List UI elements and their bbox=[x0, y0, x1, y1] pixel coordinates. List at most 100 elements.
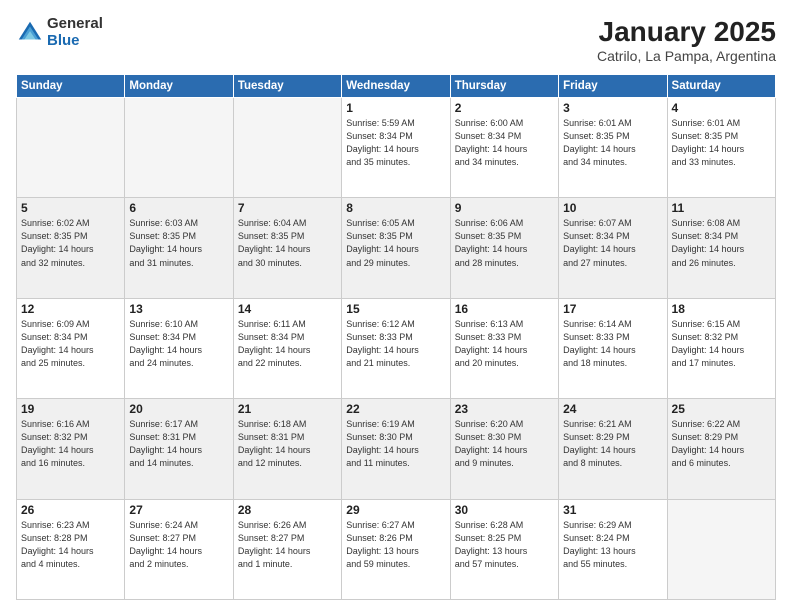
day-info: Sunrise: 6:02 AM Sunset: 8:35 PM Dayligh… bbox=[21, 217, 120, 269]
logo-icon bbox=[16, 19, 44, 47]
day-number: 31 bbox=[563, 503, 662, 517]
calendar-cell: 19Sunrise: 6:16 AM Sunset: 8:32 PM Dayli… bbox=[17, 399, 125, 499]
calendar-week-row: 19Sunrise: 6:16 AM Sunset: 8:32 PM Dayli… bbox=[17, 399, 776, 499]
day-info: Sunrise: 6:27 AM Sunset: 8:26 PM Dayligh… bbox=[346, 519, 445, 571]
day-info: Sunrise: 6:08 AM Sunset: 8:34 PM Dayligh… bbox=[672, 217, 771, 269]
day-number: 22 bbox=[346, 402, 445, 416]
day-info: Sunrise: 6:01 AM Sunset: 8:35 PM Dayligh… bbox=[672, 117, 771, 169]
day-info: Sunrise: 6:06 AM Sunset: 8:35 PM Dayligh… bbox=[455, 217, 554, 269]
day-number: 24 bbox=[563, 402, 662, 416]
day-info: Sunrise: 6:11 AM Sunset: 8:34 PM Dayligh… bbox=[238, 318, 337, 370]
calendar-cell: 30 Sunrise: 6:28 AM Sunset: 8:25 PM Dayli… bbox=[450, 499, 558, 599]
calendar-cell: 8 Sunrise: 6:05 AM Sunset: 8:35 PM Daylig… bbox=[342, 198, 450, 298]
day-number: 10 bbox=[563, 201, 662, 215]
day-info: Sunrise: 6:21 AM Sunset: 8:29 PM Dayligh… bbox=[563, 418, 662, 470]
day-info: Sunrise: 6:09 AM Sunset: 8:34 PM Dayligh… bbox=[21, 318, 120, 370]
header: General Blue January 2025 Catrilo, La Pa… bbox=[16, 16, 776, 64]
calendar-table: SundayMondayTuesdayWednesdayThursdayFrid… bbox=[16, 74, 776, 600]
day-info: Sunrise: 6:04 AM Sunset: 8:35 PM Dayligh… bbox=[238, 217, 337, 269]
calendar-cell: 13 Sunrise: 6:10 AM Sunset: 8:34 PM Dayli… bbox=[125, 298, 233, 398]
calendar-cell: 1 Sunrise: 5:59 AM Sunset: 8:34 PM Daylig… bbox=[342, 98, 450, 198]
calendar-cell: 6 Sunrise: 6:03 AM Sunset: 8:35 PM Daylig… bbox=[125, 198, 233, 298]
day-number: 6 bbox=[129, 201, 228, 215]
day-number: 15 bbox=[346, 302, 445, 316]
day-number: 14 bbox=[238, 302, 337, 316]
day-info: Sunrise: 6:01 AM Sunset: 8:35 PM Dayligh… bbox=[563, 117, 662, 169]
logo-general: General bbox=[47, 16, 103, 33]
col-header-friday: Friday bbox=[559, 75, 667, 98]
calendar-cell: 21Sunrise: 6:18 AM Sunset: 8:31 PM Dayli… bbox=[233, 399, 341, 499]
day-number: 12 bbox=[21, 302, 120, 316]
col-header-saturday: Saturday bbox=[667, 75, 775, 98]
calendar-header-row: SundayMondayTuesdayWednesdayThursdayFrid… bbox=[17, 75, 776, 98]
calendar-cell: 22 Sunrise: 6:19 AM Sunset: 8:30 PM Dayli… bbox=[342, 399, 450, 499]
calendar-cell: 16 Sunrise: 6:13 AM Sunset: 8:33 PM Dayli… bbox=[450, 298, 558, 398]
calendar-cell: 20 Sunrise: 6:17 AM Sunset: 8:31 PM Dayli… bbox=[125, 399, 233, 499]
calendar-cell: 24 Sunrise: 6:21 AM Sunset: 8:29 PM Dayli… bbox=[559, 399, 667, 499]
calendar-cell: 10 Sunrise: 6:07 AM Sunset: 8:34 PM Dayli… bbox=[559, 198, 667, 298]
day-number: 19 bbox=[21, 402, 120, 416]
calendar-cell: 4Sunrise: 6:01 AM Sunset: 8:35 PM Daylig… bbox=[667, 98, 775, 198]
calendar-cell bbox=[125, 98, 233, 198]
logo-blue: Blue bbox=[47, 33, 103, 50]
calendar-cell: 23 Sunrise: 6:20 AM Sunset: 8:30 PM Dayli… bbox=[450, 399, 558, 499]
day-number: 25 bbox=[672, 402, 771, 416]
day-info: Sunrise: 5:59 AM Sunset: 8:34 PM Dayligh… bbox=[346, 117, 445, 169]
day-number: 18 bbox=[672, 302, 771, 316]
calendar-week-row: 5 Sunrise: 6:02 AM Sunset: 8:35 PM Daylig… bbox=[17, 198, 776, 298]
day-number: 28 bbox=[238, 503, 337, 517]
calendar-cell: 26Sunrise: 6:23 AM Sunset: 8:28 PM Dayli… bbox=[17, 499, 125, 599]
calendar-cell bbox=[233, 98, 341, 198]
day-number: 8 bbox=[346, 201, 445, 215]
calendar-cell: 25 Sunrise: 6:22 AM Sunset: 8:29 PM Dayli… bbox=[667, 399, 775, 499]
calendar-cell: 11Sunrise: 6:08 AM Sunset: 8:34 PM Dayli… bbox=[667, 198, 775, 298]
day-info: Sunrise: 6:19 AM Sunset: 8:30 PM Dayligh… bbox=[346, 418, 445, 470]
calendar-cell: 2Sunrise: 6:00 AM Sunset: 8:34 PM Daylig… bbox=[450, 98, 558, 198]
day-number: 20 bbox=[129, 402, 228, 416]
day-info: Sunrise: 6:20 AM Sunset: 8:30 PM Dayligh… bbox=[455, 418, 554, 470]
calendar-cell: 18 Sunrise: 6:15 AM Sunset: 8:32 PM Dayli… bbox=[667, 298, 775, 398]
col-header-tuesday: Tuesday bbox=[233, 75, 341, 98]
day-number: 1 bbox=[346, 101, 445, 115]
day-number: 30 bbox=[455, 503, 554, 517]
calendar-cell: 14 Sunrise: 6:11 AM Sunset: 8:34 PM Dayli… bbox=[233, 298, 341, 398]
day-info: Sunrise: 6:15 AM Sunset: 8:32 PM Dayligh… bbox=[672, 318, 771, 370]
calendar-subtitle: Catrilo, La Pampa, Argentina bbox=[597, 48, 776, 64]
day-info: Sunrise: 6:13 AM Sunset: 8:33 PM Dayligh… bbox=[455, 318, 554, 370]
day-number: 23 bbox=[455, 402, 554, 416]
day-info: Sunrise: 6:05 AM Sunset: 8:35 PM Dayligh… bbox=[346, 217, 445, 269]
day-info: Sunrise: 6:14 AM Sunset: 8:33 PM Dayligh… bbox=[563, 318, 662, 370]
day-info: Sunrise: 6:22 AM Sunset: 8:29 PM Dayligh… bbox=[672, 418, 771, 470]
day-number: 7 bbox=[238, 201, 337, 215]
day-info: Sunrise: 6:07 AM Sunset: 8:34 PM Dayligh… bbox=[563, 217, 662, 269]
day-info: Sunrise: 6:28 AM Sunset: 8:25 PM Dayligh… bbox=[455, 519, 554, 571]
day-number: 29 bbox=[346, 503, 445, 517]
day-number: 16 bbox=[455, 302, 554, 316]
col-header-wednesday: Wednesday bbox=[342, 75, 450, 98]
col-header-monday: Monday bbox=[125, 75, 233, 98]
calendar-cell: 31 Sunrise: 6:29 AM Sunset: 8:24 PM Dayli… bbox=[559, 499, 667, 599]
calendar-cell: 29 Sunrise: 6:27 AM Sunset: 8:26 PM Dayli… bbox=[342, 499, 450, 599]
calendar-cell: 3 Sunrise: 6:01 AM Sunset: 8:35 PM Daylig… bbox=[559, 98, 667, 198]
day-number: 9 bbox=[455, 201, 554, 215]
day-number: 21 bbox=[238, 402, 337, 416]
calendar-cell bbox=[17, 98, 125, 198]
day-number: 5 bbox=[21, 201, 120, 215]
day-info: Sunrise: 6:03 AM Sunset: 8:35 PM Dayligh… bbox=[129, 217, 228, 269]
logo-text: General Blue bbox=[47, 16, 103, 49]
day-number: 13 bbox=[129, 302, 228, 316]
calendar-cell: 27Sunrise: 6:24 AM Sunset: 8:27 PM Dayli… bbox=[125, 499, 233, 599]
day-info: Sunrise: 6:17 AM Sunset: 8:31 PM Dayligh… bbox=[129, 418, 228, 470]
day-number: 2 bbox=[455, 101, 554, 115]
day-number: 3 bbox=[563, 101, 662, 115]
day-info: Sunrise: 6:12 AM Sunset: 8:33 PM Dayligh… bbox=[346, 318, 445, 370]
day-info: Sunrise: 6:24 AM Sunset: 8:27 PM Dayligh… bbox=[129, 519, 228, 571]
day-number: 17 bbox=[563, 302, 662, 316]
day-info: Sunrise: 6:29 AM Sunset: 8:24 PM Dayligh… bbox=[563, 519, 662, 571]
day-info: Sunrise: 6:26 AM Sunset: 8:27 PM Dayligh… bbox=[238, 519, 337, 571]
calendar-cell: 28 Sunrise: 6:26 AM Sunset: 8:27 PM Dayli… bbox=[233, 499, 341, 599]
page: General Blue January 2025 Catrilo, La Pa… bbox=[0, 0, 792, 612]
day-info: Sunrise: 6:10 AM Sunset: 8:34 PM Dayligh… bbox=[129, 318, 228, 370]
calendar-week-row: 12 Sunrise: 6:09 AM Sunset: 8:34 PM Dayli… bbox=[17, 298, 776, 398]
day-number: 26 bbox=[21, 503, 120, 517]
